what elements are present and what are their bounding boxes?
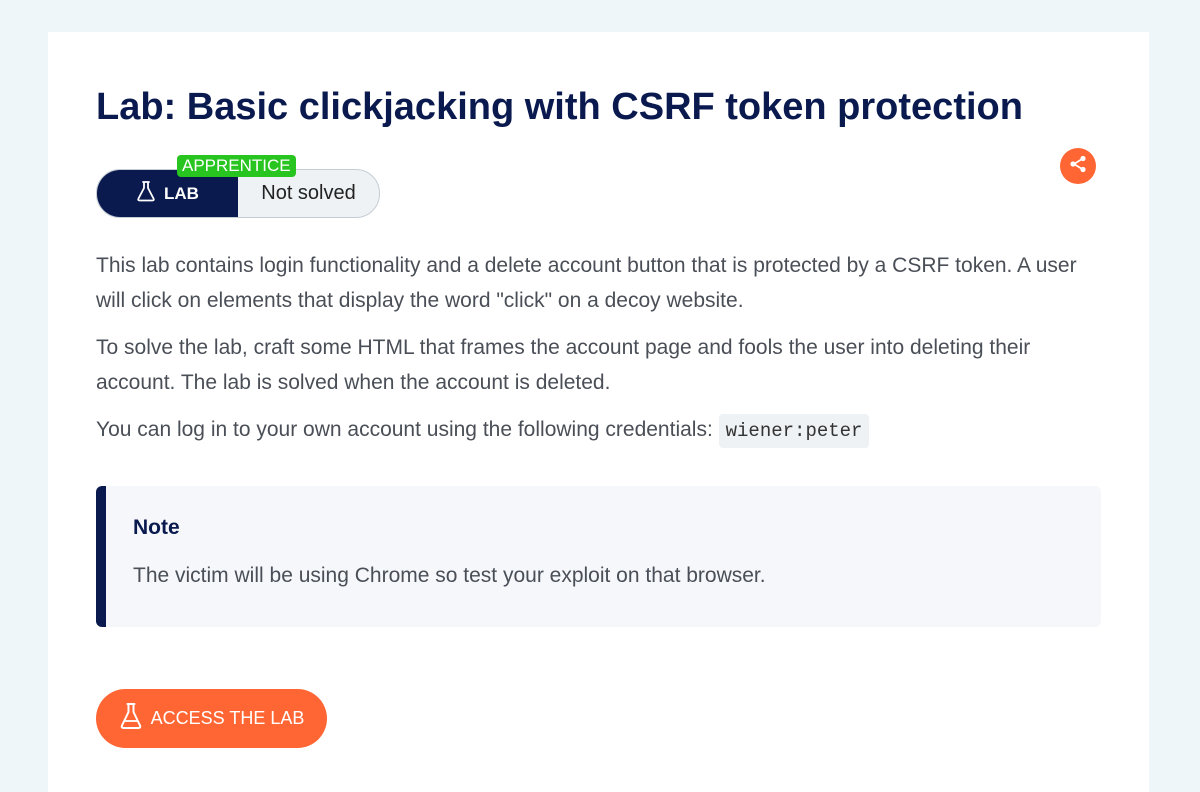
credentials-code: wiener:peter [718,414,870,448]
share-button[interactable] [1060,148,1096,184]
credentials-intro: You can log in to your own account using… [96,418,719,441]
page-title: Lab: Basic clickjacking with CSRF token … [96,86,1023,128]
lab-status-badge: APPRENTICE LAB Not solved [96,155,380,218]
share-icon [1068,154,1088,179]
access-lab-button[interactable]: ACCESS THE LAB [96,689,327,748]
access-lab-label: ACCESS THE LAB [150,708,305,728]
description-paragraph-1: This lab contains login functionality an… [96,254,1077,312]
level-tag: APPRENTICE [177,155,296,177]
lab-label-text: LAB [164,183,199,203]
note-title: Note [133,516,180,539]
description-paragraph-2: To solve the lab, craft some HTML that f… [96,336,1031,394]
solve-status: Not solved [261,182,356,204]
description-paragraph-3: You can log in to your own account using… [96,412,1106,449]
note-box: Note The victim will be using Chrome so … [96,486,1101,627]
lab-label: LAB [97,170,238,217]
lab-description: This lab contains login functionality an… [96,248,1106,461]
note-text: The victim will be using Chrome so test … [133,564,766,587]
lab-card: Lab: Basic clickjacking with CSRF token … [48,32,1149,792]
flask-icon [119,702,143,735]
flask-icon [136,180,156,207]
